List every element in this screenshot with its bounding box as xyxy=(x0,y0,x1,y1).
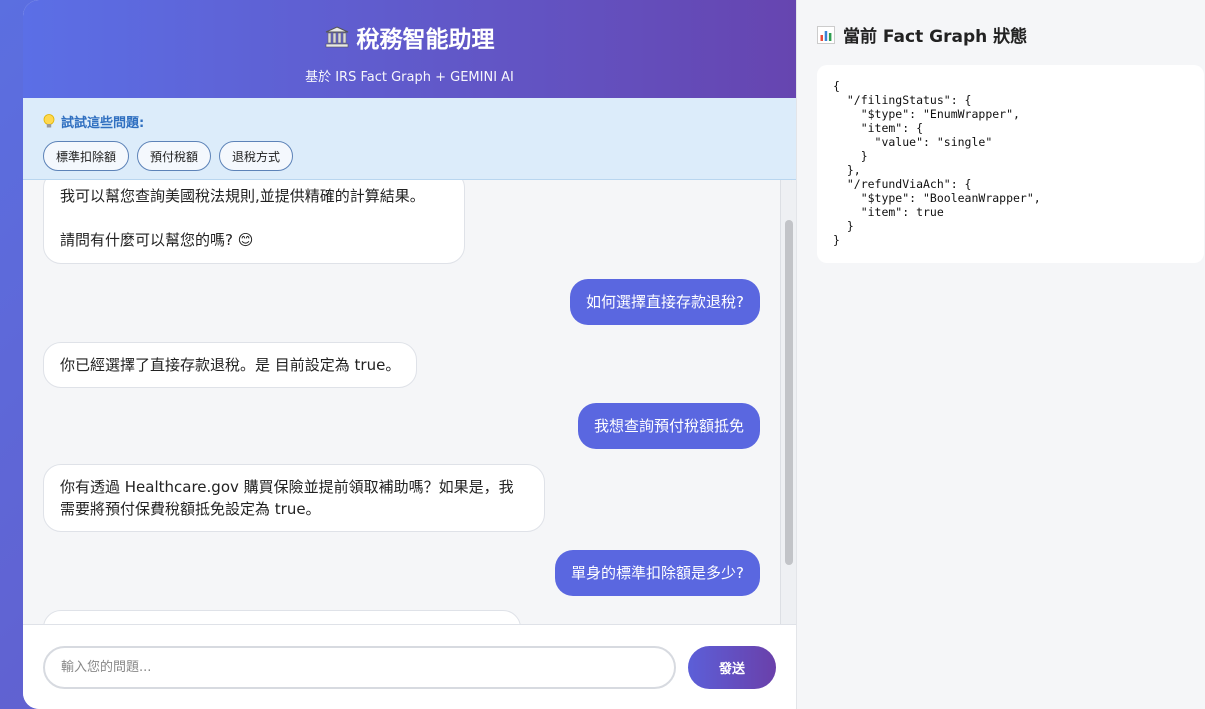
user-message: 單身的標準扣除額是多少? xyxy=(555,550,760,596)
ai-message: 我可以幫您查詢美國稅法規則,並提供精確的計算結果。 請問有什麼可以幫您的嗎? 😊 xyxy=(43,180,465,264)
ai-message-text: 請問有什麼可以幫您的嗎? 😊 xyxy=(60,231,254,249)
suggestion-chips: 標準扣除額 預付稅額 退稅方式 xyxy=(43,141,776,171)
ai-message: 你已經選擇了直接存款退稅。是 目前設定為 true。 xyxy=(43,342,418,388)
suggestions-panel: 試試這些問題: 標準扣除額 預付稅額 退稅方式 xyxy=(23,98,796,180)
fact-graph-title-text: 當前 Fact Graph 狀態 xyxy=(843,27,1028,47)
suggestion-chip-refund-method[interactable]: 退稅方式 xyxy=(219,141,294,171)
app-title: 稅務智能助理 xyxy=(23,20,796,54)
message-area[interactable]: 我可以幫您查詢美國稅法規則,並提供精確的計算結果。 請問有什麼可以幫您的嗎? 😊… xyxy=(23,180,796,624)
scrollbar[interactable] xyxy=(780,180,796,624)
question-input[interactable] xyxy=(43,645,677,689)
suggestions-heading: 試試這些問題: xyxy=(43,112,776,131)
app-subtitle: 基於 IRS Fact Graph + GEMINI AI xyxy=(305,70,514,85)
ai-message: 你有透過 Healthcare.gov 購買保險並提前領取補助嗎？如果是，我需要… xyxy=(43,464,545,532)
scrollbar-thumb[interactable] xyxy=(785,220,793,565)
ai-message-text: 我可以幫您查詢美國稅法規則,並提供精確的計算結果。 xyxy=(60,187,425,205)
fact-graph-json: { "/filingStatus": { "$type": "EnumWrapp… xyxy=(817,65,1204,263)
chat-panel: 稅務智能助理 基於 IRS Fact Graph + GEMINI AI 試試這… xyxy=(23,0,796,709)
fact-graph-panel: 當前 Fact Graph 狀態 { "/filingStatus": { "$… xyxy=(796,0,1205,709)
send-button[interactable]: 發送 xyxy=(688,645,776,689)
suggestion-chip-standard-deduction[interactable]: 標準扣除額 xyxy=(43,141,130,171)
fact-graph-title: 當前 Fact Graph 狀態 xyxy=(817,22,1205,47)
suggestions-heading-text: 試試這些問題: xyxy=(61,116,145,131)
ai-message-partial xyxy=(43,610,521,624)
input-bar: 發送 xyxy=(23,624,796,709)
app-title-text: 稅務智能助理 xyxy=(356,27,495,53)
user-message: 如何選擇直接存款退稅? xyxy=(570,279,760,325)
bar-chart-icon xyxy=(817,25,835,44)
user-message: 我想查詢預付稅額抵免 xyxy=(577,403,760,449)
bank-icon xyxy=(325,26,349,48)
chat-header: 稅務智能助理 基於 IRS Fact Graph + GEMINI AI xyxy=(23,0,796,98)
lightbulb-icon xyxy=(43,114,55,129)
suggestion-chip-prepaid-tax[interactable]: 預付稅額 xyxy=(137,141,212,171)
